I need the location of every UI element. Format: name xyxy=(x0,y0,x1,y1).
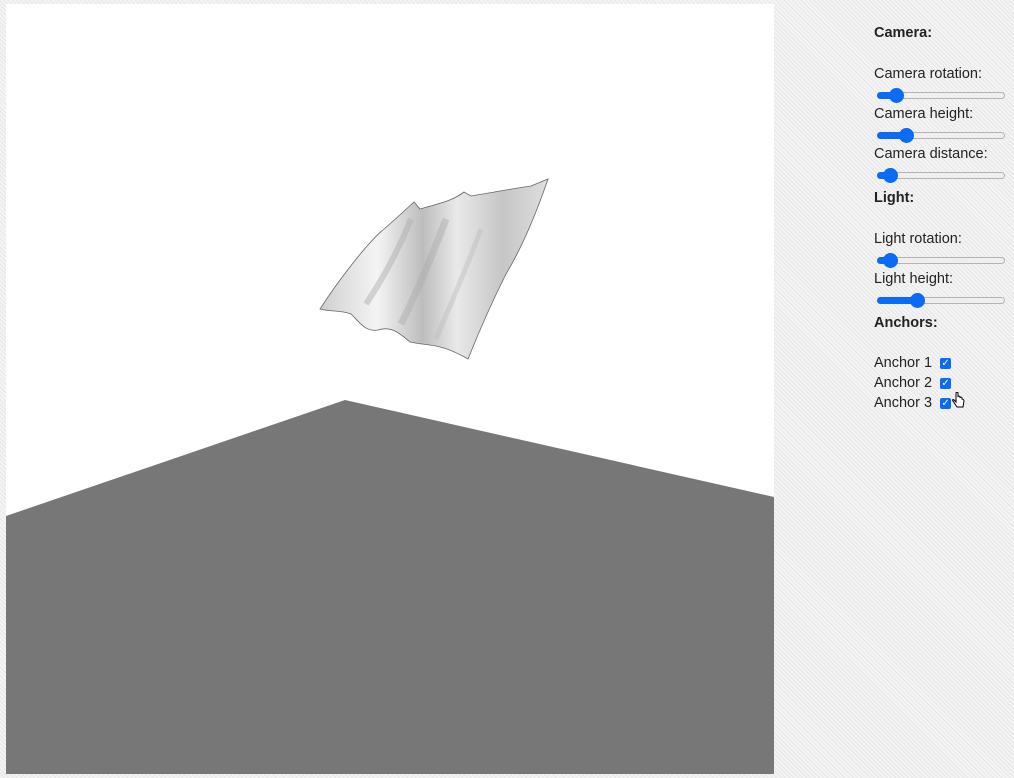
anchor-2-row: Anchor 2 ✓ xyxy=(874,373,1010,393)
controls-panel: Camera: Camera rotation: Camera height: … xyxy=(874,18,1010,413)
camera-distance-label: Camera distance: xyxy=(874,146,988,162)
scene-svg xyxy=(6,178,774,774)
light-height-label: Light height: xyxy=(874,271,954,287)
light-height-slider[interactable] xyxy=(877,288,1005,308)
anchor-3-label: Anchor 3 xyxy=(874,395,933,411)
camera-rotation-slider[interactable] xyxy=(877,83,1005,103)
light-section-title: Light: xyxy=(874,190,915,206)
anchors-section-title: Anchors: xyxy=(874,315,938,331)
anchor-1-checkbox[interactable]: ✓ xyxy=(940,357,952,369)
camera-section-title: Camera: xyxy=(874,25,933,41)
camera-distance-slider[interactable] xyxy=(877,163,1005,183)
slider-thumb[interactable] xyxy=(910,293,925,308)
slider-thumb[interactable] xyxy=(899,128,914,143)
camera-height-label: Camera height: xyxy=(874,106,974,122)
ground-plane xyxy=(6,400,774,774)
anchor-2-label: Anchor 2 xyxy=(874,375,933,391)
anchor-1-label: Anchor 1 xyxy=(874,355,933,371)
anchor-3-checkbox[interactable]: ✓ xyxy=(940,397,952,409)
cloth-mesh xyxy=(319,178,549,360)
hand-pointer-icon xyxy=(952,391,966,415)
slider-thumb[interactable] xyxy=(889,88,904,103)
anchor-2-checkbox[interactable]: ✓ xyxy=(940,377,952,389)
slider-thumb[interactable] xyxy=(883,168,898,183)
camera-height-slider[interactable] xyxy=(877,123,1005,143)
anchor-3-row: Anchor 3 ✓ xyxy=(874,393,1010,413)
render-canvas[interactable] xyxy=(6,4,774,774)
slider-thumb[interactable] xyxy=(883,253,898,268)
light-rotation-label: Light rotation: xyxy=(874,231,962,247)
camera-rotation-label: Camera rotation: xyxy=(874,66,982,82)
light-rotation-slider[interactable] xyxy=(877,248,1005,268)
anchor-1-row: Anchor 1 ✓ xyxy=(874,353,1010,373)
